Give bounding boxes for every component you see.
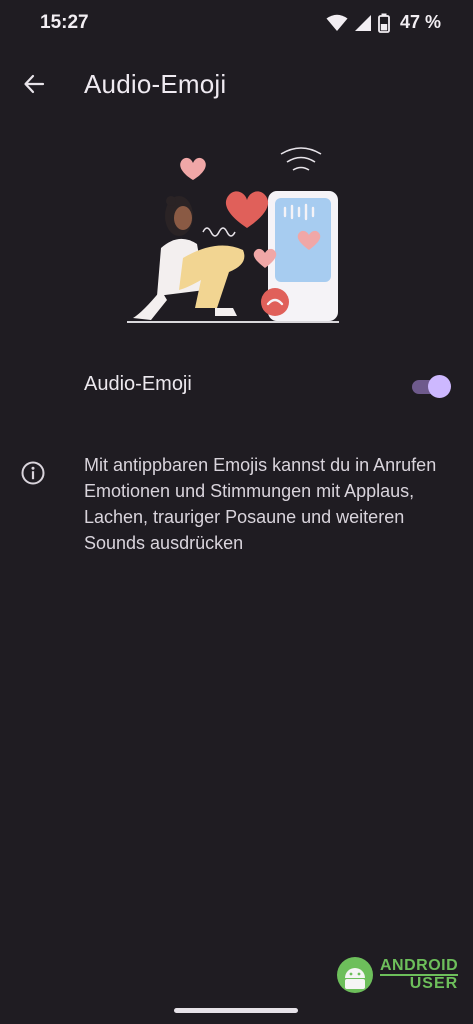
watermark-line1: ANDROID: [380, 957, 459, 976]
info-icon: [21, 461, 45, 485]
status-bar: 15:27 47 %: [0, 0, 473, 48]
gesture-nav-handle[interactable]: [174, 1008, 298, 1013]
battery-percent: 47 %: [399, 12, 441, 32]
audio-emoji-illustration: [127, 147, 340, 323]
status-icons: 47 %: [326, 12, 441, 33]
status-time: 15:27: [40, 12, 89, 33]
audio-emoji-switch[interactable]: [412, 374, 452, 398]
info-description: Mit antippbaren Emojis kannst du in Anru…: [84, 455, 437, 553]
watermark-text: ANDROID USER: [380, 957, 459, 992]
wifi-icon: [326, 14, 348, 31]
arrow-back-icon: [24, 74, 45, 94]
audio-emoji-toggle-row[interactable]: Audio-Emoji: [0, 360, 473, 414]
page-title: Audio-Emoji: [84, 69, 227, 99]
app-bar: Audio-Emoji: [0, 56, 473, 112]
battery-icon: [378, 13, 390, 33]
android-robot-logo-icon: [337, 957, 373, 993]
toggle-label: Audio-Emoji: [84, 373, 192, 395]
back-button[interactable]: [18, 68, 50, 100]
watermark-line2: USER: [409, 975, 459, 992]
switch-thumb: [428, 375, 451, 398]
cellular-signal-icon: [354, 14, 371, 31]
android-user-watermark: ANDROID USER: [336, 954, 464, 996]
